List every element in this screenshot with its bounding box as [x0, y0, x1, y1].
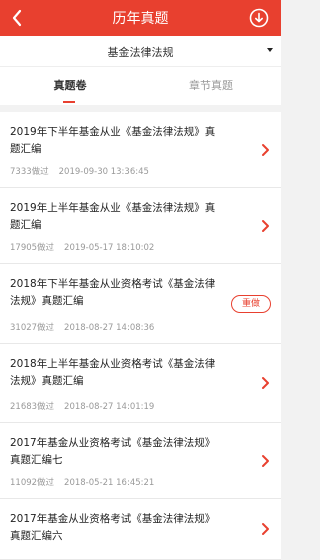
paper-title: 2017年基金从业资格考试《基金法律法规》真题汇编六	[10, 513, 216, 542]
paper-meta: 11092做过 2018-05-21 16:45:21	[10, 476, 154, 488]
list-item[interactable]: 2018年下半年基金从业资格考试《基金法律法规》真题汇编 31027做过 2018-…	[0, 264, 281, 344]
list-item[interactable]: 2017年基金从业资格考试《基金法律法规》真题汇编六	[0, 499, 281, 560]
paper-title: 2017年基金从业资格考试《基金法律法规》真题汇编七	[10, 437, 216, 466]
chevron-right-icon[interactable]	[259, 143, 271, 157]
paper-title: 2018年下半年基金从业资格考试《基金法律法规》真题汇编	[10, 278, 216, 307]
paper-title: 2019年上半年基金从业《基金法律法规》真题汇编	[10, 202, 216, 231]
paper-date: 2019-05-17 18:10:02	[64, 243, 155, 253]
paper-meta: 21683做过 2018-08-27 14:01:19	[10, 400, 154, 412]
paper-title: 2018年上半年基金从业资格考试《基金法律法规》真题汇编	[10, 358, 216, 387]
paper-date: 2019-09-30 13:36:45	[58, 167, 149, 177]
chevron-right-icon[interactable]	[259, 219, 271, 233]
caret-down-icon	[267, 48, 273, 52]
paper-meta: 7333做过 2019-09-30 13:36:45	[10, 165, 149, 177]
top-nav-bar: 历年真题	[0, 0, 281, 36]
paper-date: 2018-08-27 14:01:19	[64, 402, 155, 412]
tab-chapter-questions[interactable]: 章节真题	[141, 67, 281, 105]
chevron-right-icon[interactable]	[259, 522, 271, 536]
paper-meta: 31027做过 2018-08-27 14:08:36	[10, 321, 154, 333]
done-count: 21683做过	[10, 402, 55, 412]
active-tab-indicator	[63, 101, 75, 103]
download-circle-icon[interactable]	[249, 8, 269, 28]
redo-button[interactable]: 重做	[231, 295, 271, 313]
chevron-right-icon[interactable]	[259, 454, 271, 468]
paper-meta: 17905做过 2019-05-17 18:10:02	[10, 241, 154, 253]
done-count: 31027做过	[10, 323, 55, 333]
list-item[interactable]: 2018年上半年基金从业资格考试《基金法律法规》真题汇编 21683做过 2018-…	[0, 344, 281, 423]
paper-list: 2019年下半年基金从业《基金法律法规》真题汇编 7333做过 2019-09-30…	[0, 112, 281, 560]
done-count: 7333做过	[10, 167, 49, 177]
done-count: 17905做过	[10, 243, 55, 253]
tab-exam-papers[interactable]: 真题卷	[0, 67, 140, 105]
subject-label: 基金法律法规	[107, 46, 174, 59]
paper-title: 2019年下半年基金从业《基金法律法规》真题汇编	[10, 126, 216, 155]
paper-date: 2018-05-21 16:45:21	[64, 478, 155, 488]
paper-date: 2018-08-27 14:08:36	[64, 323, 155, 333]
list-item[interactable]: 2019年上半年基金从业《基金法律法规》真题汇编 17905做过 2019-05-1…	[0, 188, 281, 264]
list-item[interactable]: 2019年下半年基金从业《基金法律法规》真题汇编 7333做过 2019-09-30…	[0, 112, 281, 188]
page-title: 历年真题	[112, 11, 169, 27]
chevron-right-icon[interactable]	[259, 376, 271, 390]
list-item[interactable]: 2017年基金从业资格考试《基金法律法规》真题汇编七 11092做过 2018-05…	[0, 423, 281, 499]
done-count: 11092做过	[10, 478, 55, 488]
subject-selector[interactable]: 基金法律法规	[0, 36, 281, 67]
tab-bar: 真题卷 章节真题	[0, 67, 281, 105]
